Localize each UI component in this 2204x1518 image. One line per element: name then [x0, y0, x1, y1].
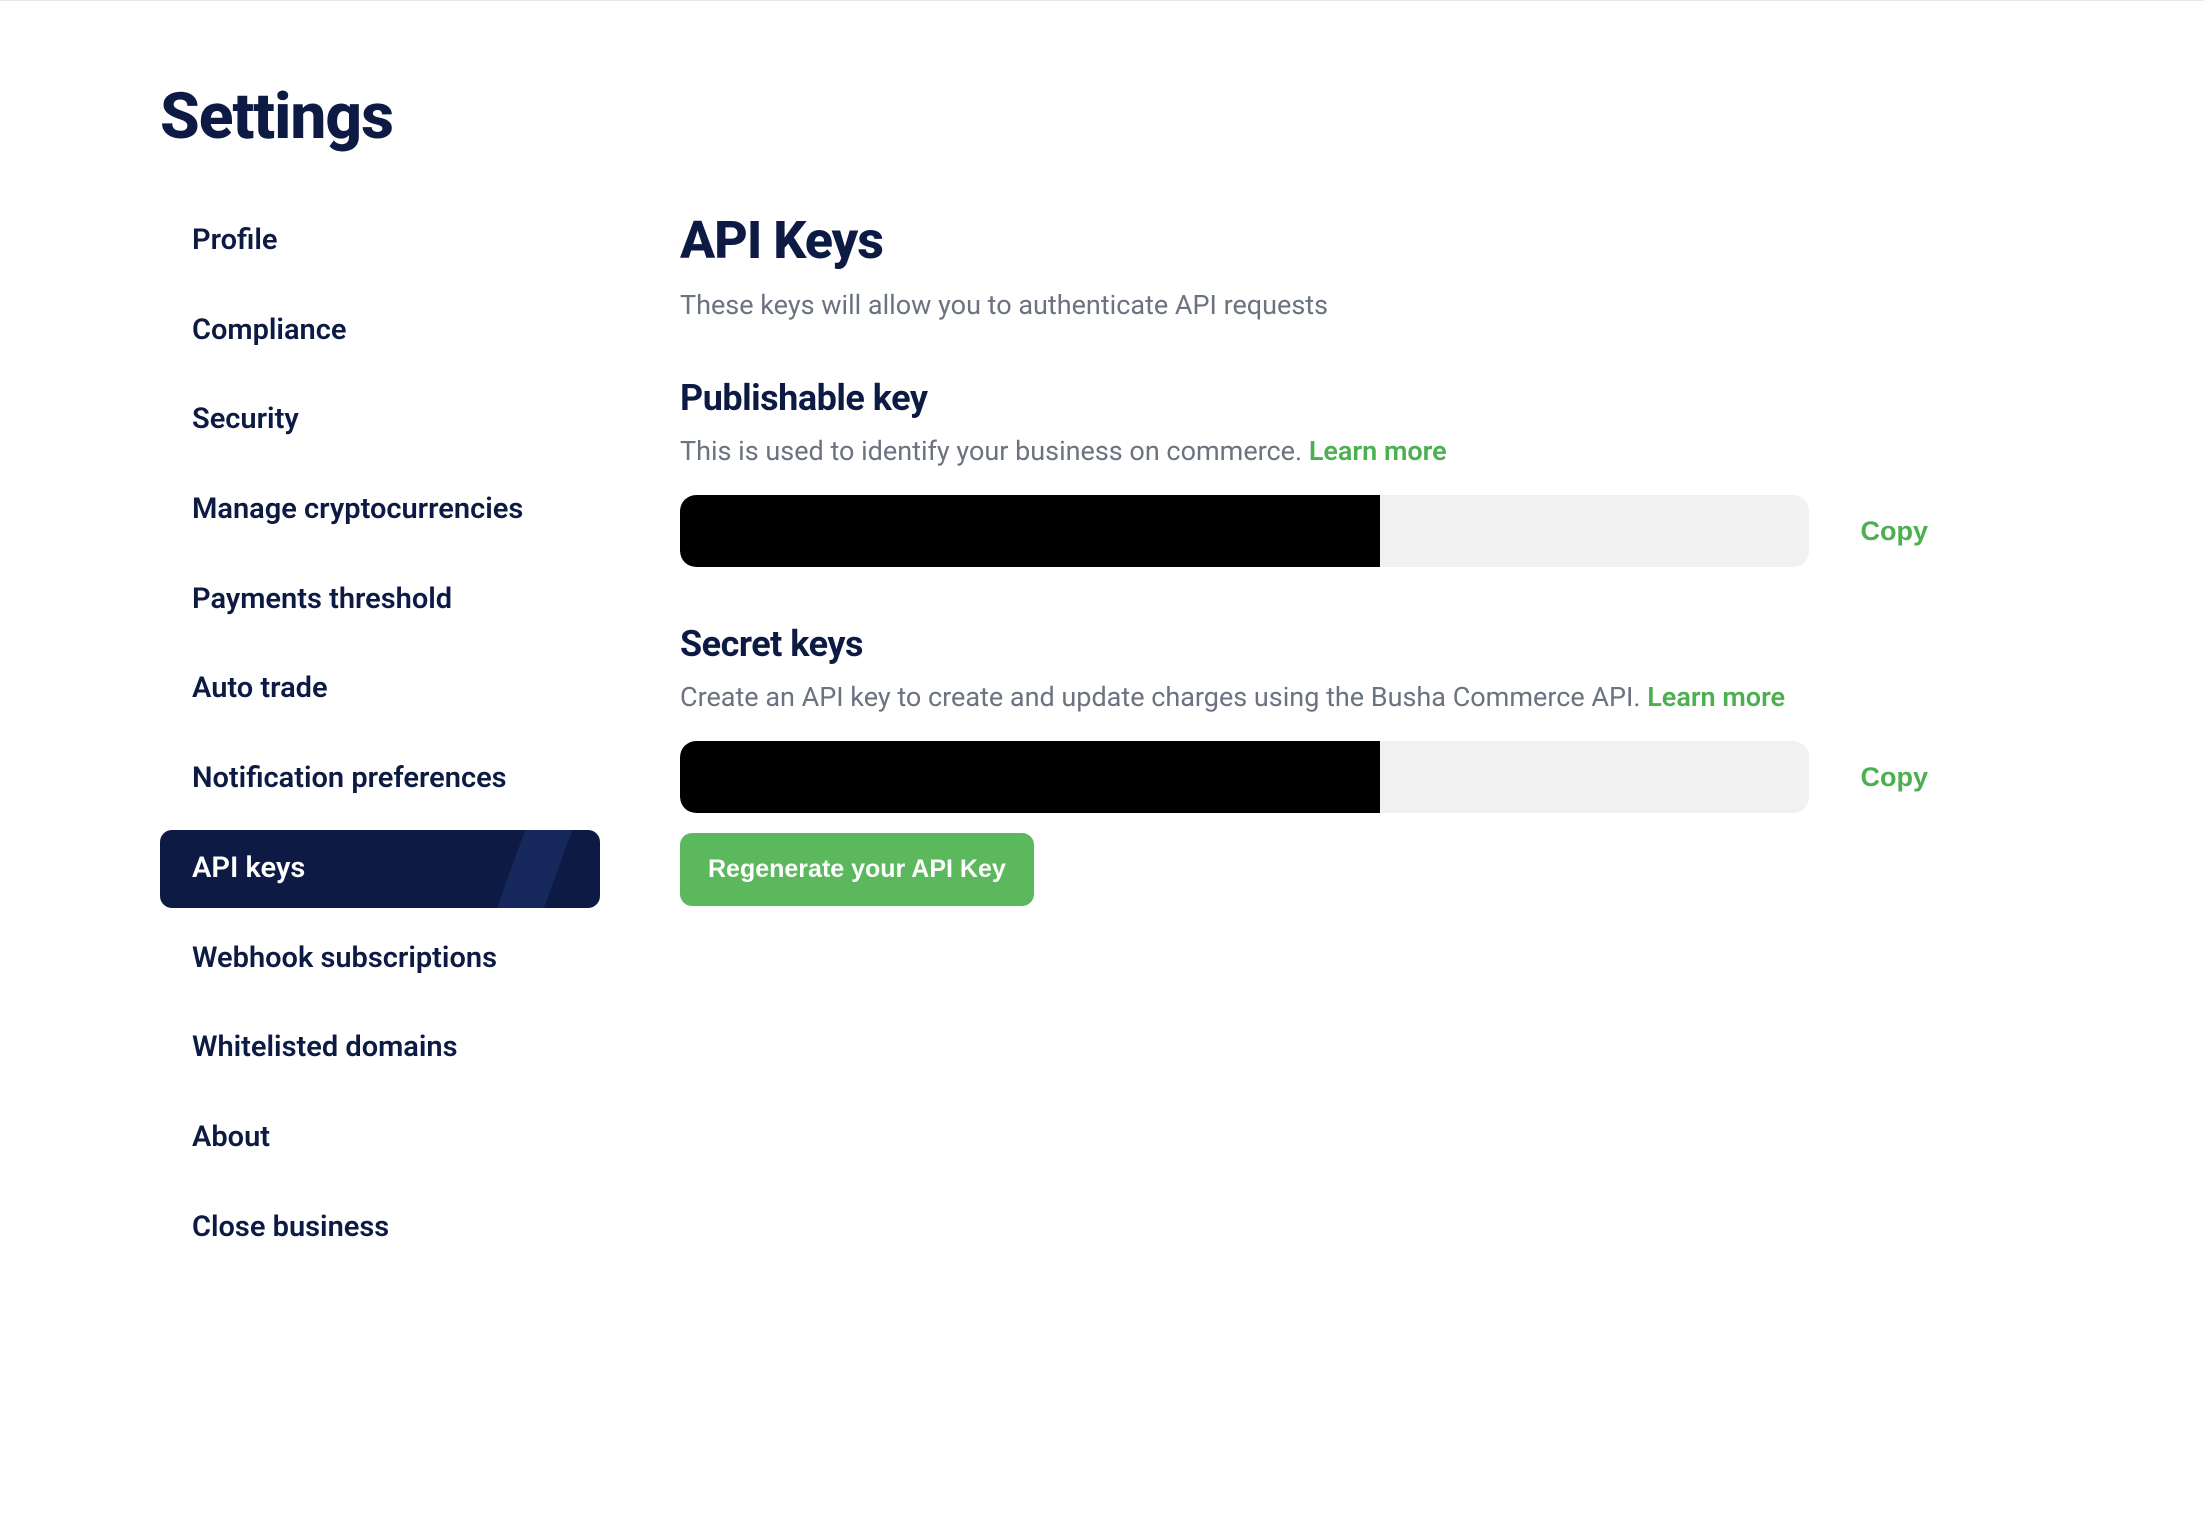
sidebar-item-auto-trade[interactable]: Auto trade: [160, 650, 600, 728]
sidebar-item-manage-crypto[interactable]: Manage cryptocurrencies: [160, 471, 600, 549]
sidebar-item-label: Manage cryptocurrencies: [192, 492, 523, 526]
regenerate-api-key-button[interactable]: Regenerate your API Key: [680, 833, 1034, 906]
sidebar-item-label: Security: [192, 402, 299, 436]
publishable-key-desc: This is used to identify your business o…: [680, 435, 1940, 467]
sidebar-item-payments-threshold[interactable]: Payments threshold: [160, 561, 600, 639]
sidebar-item-security[interactable]: Security: [160, 381, 600, 459]
sidebar-item-label: About: [192, 1120, 270, 1154]
sidebar-item-label: Close business: [192, 1210, 389, 1244]
sidebar-item-label: Webhook subscriptions: [192, 941, 497, 975]
publishable-key-desc-text: This is used to identify your business o…: [680, 435, 1309, 467]
secret-keys-desc-text: Create an API key to create and update c…: [680, 681, 1647, 713]
publishable-copy-button[interactable]: Copy: [1849, 508, 1941, 555]
sidebar-item-compliance[interactable]: Compliance: [160, 292, 600, 370]
publishable-key-row: Copy: [680, 495, 1940, 567]
secret-key-row: Copy: [680, 741, 1940, 813]
page-title: Settings: [160, 79, 2044, 154]
publishable-key-title: Publishable key: [680, 377, 1940, 419]
sidebar-item-label: Profile: [192, 223, 278, 257]
settings-sidebar: Profile Compliance Security Manage crypt…: [160, 202, 600, 1278]
main-title: API Keys: [680, 210, 1940, 271]
secret-keys-desc: Create an API key to create and update c…: [680, 681, 1940, 713]
publishable-key-field[interactable]: [680, 495, 1809, 567]
sidebar-item-label: Compliance: [192, 313, 346, 347]
sidebar-item-webhook-subs[interactable]: Webhook subscriptions: [160, 920, 600, 998]
secret-keys-title: Secret keys: [680, 623, 1940, 665]
sidebar-item-label: Auto trade: [192, 671, 328, 705]
main-subtitle: These keys will allow you to authenticat…: [680, 289, 1940, 321]
publishable-key-section: Publishable key This is used to identify…: [680, 377, 1940, 567]
sidebar-item-label: API keys: [192, 851, 305, 885]
sidebar-item-whitelisted-domains[interactable]: Whitelisted domains: [160, 1009, 600, 1087]
publishable-learn-more-link[interactable]: Learn more: [1309, 435, 1447, 467]
sidebar-item-notification-prefs[interactable]: Notification preferences: [160, 740, 600, 818]
secret-learn-more-link[interactable]: Learn more: [1647, 681, 1785, 713]
sidebar-item-about[interactable]: About: [160, 1099, 600, 1177]
secret-key-field[interactable]: [680, 741, 1809, 813]
sidebar-item-label: Payments threshold: [192, 582, 452, 616]
secret-key-redacted: [680, 741, 1380, 813]
publishable-key-redacted: [680, 495, 1380, 567]
sidebar-item-label: Whitelisted domains: [192, 1030, 458, 1064]
secret-keys-section: Secret keys Create an API key to create …: [680, 623, 1940, 906]
sidebar-item-api-keys[interactable]: API keys: [160, 830, 600, 908]
sidebar-item-label: Notification preferences: [192, 761, 507, 795]
sidebar-item-close-business[interactable]: Close business: [160, 1189, 600, 1267]
main-content: API Keys These keys will allow you to au…: [680, 202, 1940, 1278]
secret-copy-button[interactable]: Copy: [1849, 754, 1941, 801]
sidebar-item-profile[interactable]: Profile: [160, 202, 600, 280]
